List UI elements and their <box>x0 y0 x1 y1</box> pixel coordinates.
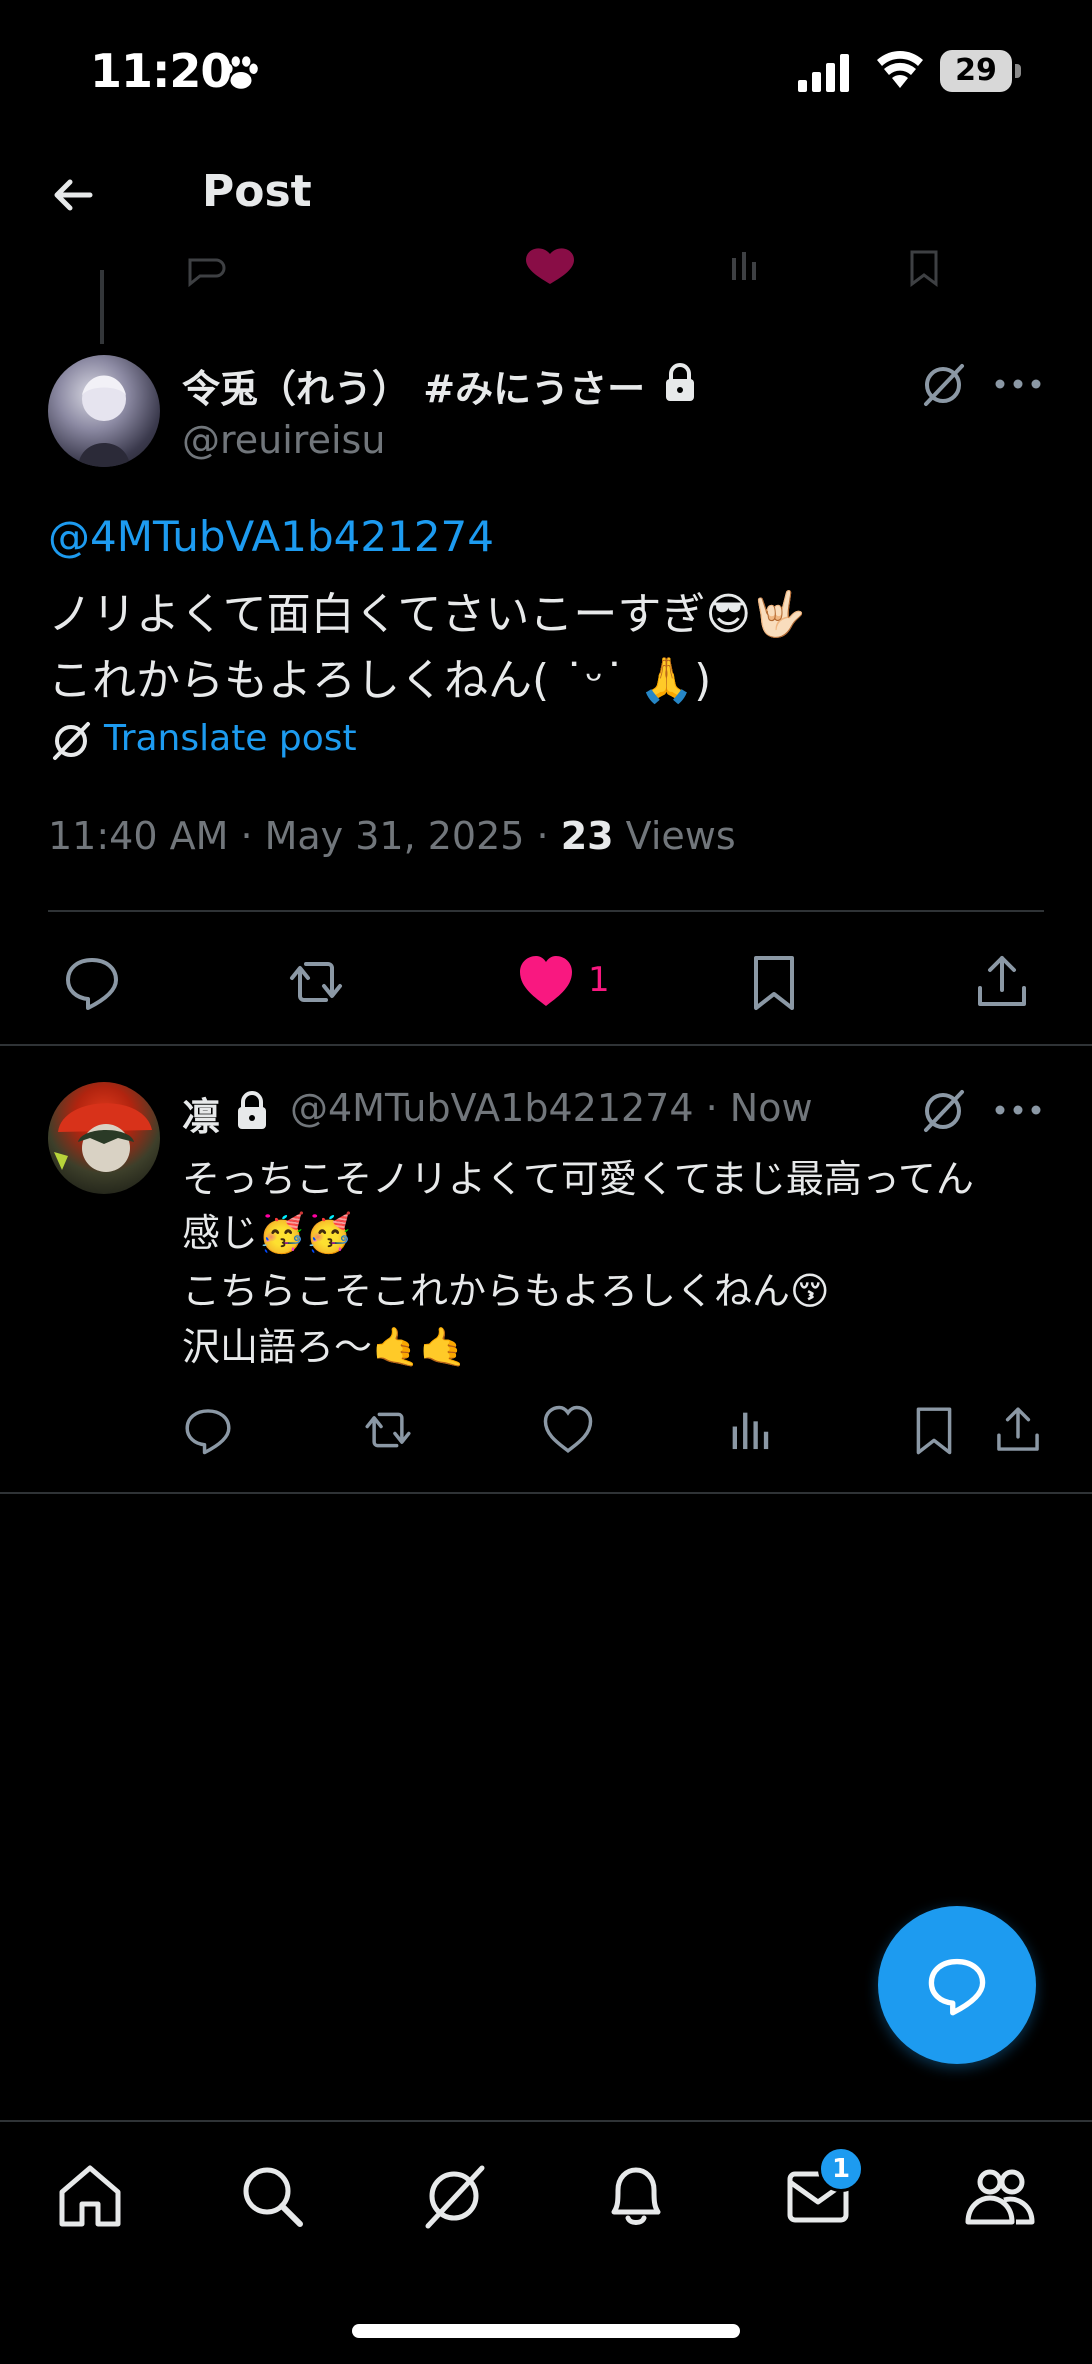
author-display-name[interactable]: 凛 <box>182 1086 220 1141</box>
communities-icon[interactable] <box>964 2160 1036 2232</box>
grok-icon[interactable] <box>418 2160 490 2232</box>
reply-text-line: 感じ🥳🥳 <box>182 1211 353 1255</box>
page-title: Post <box>202 166 312 217</box>
post-metadata: 11:40 AM · May 31, 2025 · 23 Views <box>48 814 736 858</box>
status-time: 11:20 <box>90 44 232 98</box>
paw-icon <box>224 56 258 89</box>
cellular-signal-icon <box>798 54 849 92</box>
home-indicator <box>352 2324 740 2338</box>
repost-icon[interactable] <box>362 1404 414 1456</box>
share-icon[interactable] <box>992 1404 1044 1456</box>
previous-post-actions-peek <box>188 248 938 288</box>
author-handle-and-time[interactable]: @4MTubVA1b421274 · Now <box>290 1086 813 1130</box>
views-icon[interactable] <box>724 1404 776 1456</box>
views-count[interactable]: 23 <box>561 814 614 858</box>
post-timestamp: 11:40 AM · May 31, 2025 · <box>48 814 561 858</box>
bookmark-icon[interactable] <box>744 952 804 1012</box>
grok-icon[interactable] <box>918 1086 968 1136</box>
mention-link[interactable]: @4MTubVA1b421274 <box>48 512 494 561</box>
reply-icon[interactable] <box>62 952 122 1012</box>
grok-icon[interactable] <box>918 360 968 410</box>
reply-text-line: そっちこそノリよくて可愛くてまじ最高ってん <box>182 1157 974 1201</box>
lock-icon <box>666 363 694 401</box>
home-icon[interactable] <box>54 2160 126 2232</box>
back-arrow-icon[interactable] <box>46 168 100 222</box>
lock-icon <box>238 1091 266 1129</box>
compose-reply-button[interactable] <box>878 1906 1036 2064</box>
like-filled-icon[interactable] <box>516 952 576 1012</box>
views-label: Views <box>613 814 736 858</box>
notifications-icon[interactable] <box>600 2160 672 2232</box>
more-options-icon[interactable] <box>990 364 1046 404</box>
avatar[interactable] <box>48 355 160 467</box>
more-options-icon[interactable] <box>990 1090 1046 1130</box>
grok-translate-icon[interactable] <box>48 718 94 764</box>
like-count[interactable]: 1 <box>588 960 610 1000</box>
translate-post-link[interactable]: Translate post <box>104 718 357 759</box>
divider <box>48 910 1044 912</box>
messages-badge: 1 <box>818 2146 864 2192</box>
post-text-line: これからもよろしくねん( ˙ᵕ˙ 🙏) <box>48 655 712 706</box>
author-handle[interactable]: @reuireisu <box>182 418 385 462</box>
reply-text-line: 沢山語ろ〜🤙🤙 <box>182 1325 467 1369</box>
search-icon[interactable] <box>236 2160 308 2232</box>
reply-text-line: こちらこそこれからもよろしくねん😚 <box>182 1269 830 1313</box>
divider <box>0 1492 1092 1494</box>
post-text-line: ノリよくて面白くてさいこーすぎ😎🤟🏻 <box>48 589 807 640</box>
repost-icon[interactable] <box>286 952 346 1012</box>
battery-indicator: 29 <box>940 50 1021 92</box>
divider <box>0 1044 1092 1046</box>
bookmark-icon[interactable] <box>908 1404 960 1456</box>
author-display-name[interactable]: 令兎（れう） #みにうさー <box>182 358 645 413</box>
reply-icon <box>928 1958 986 2016</box>
wifi-icon <box>877 51 923 88</box>
like-icon[interactable] <box>542 1404 594 1456</box>
thread-connector-line <box>100 270 104 344</box>
reply-icon[interactable] <box>182 1404 234 1456</box>
share-icon[interactable] <box>972 952 1032 1012</box>
battery-level: 29 <box>940 50 1012 92</box>
avatar[interactable] <box>48 1082 160 1194</box>
